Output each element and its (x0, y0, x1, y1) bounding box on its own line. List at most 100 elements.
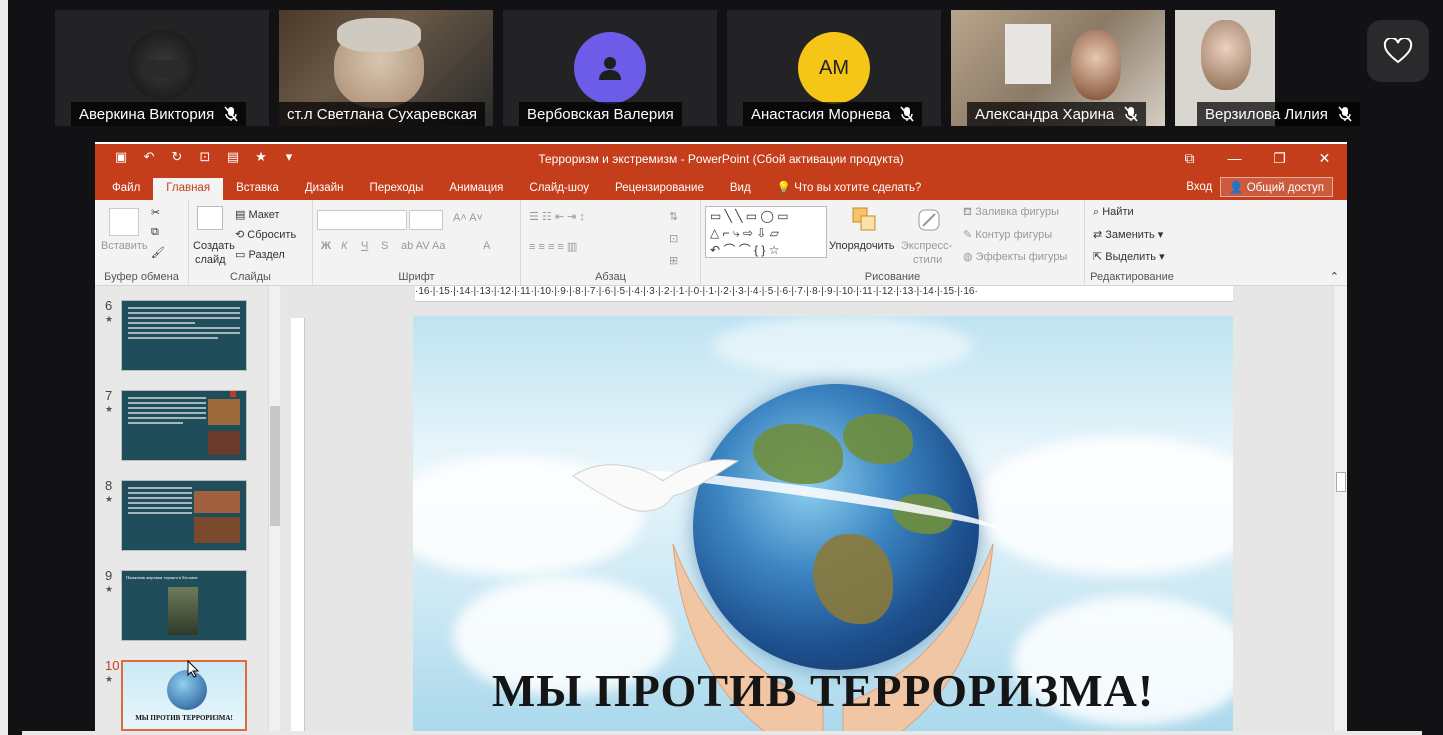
quick-styles-button[interactable]: Экспресс- (901, 240, 952, 252)
participant-name: ст.л Светлана Сухаревская (279, 102, 486, 126)
thumbnail-row[interactable]: 9 ★ Памятник жертвам теракта в Беслане (95, 568, 281, 650)
slide-thumbnail[interactable] (121, 480, 247, 551)
section-button[interactable]: ▭ Раздел (235, 248, 285, 261)
replace-button[interactable]: ⇄ Заменить ▾ (1093, 228, 1163, 241)
left-edge-window (0, 0, 8, 735)
animation-star-icon: ★ (105, 314, 114, 324)
copy-icon[interactable]: ⧉ (151, 226, 159, 239)
paste-button[interactable]: Вставить (101, 240, 148, 252)
tab-home[interactable]: Главная (153, 178, 224, 200)
slide-thumbnail[interactable] (121, 300, 247, 371)
horizontal-ruler: ·16·|·15·|·14·|·13·|·12·|·11·|·10·|·9·|·… (415, 286, 1233, 302)
tab-slideshow[interactable]: Слайд-шоу (516, 178, 602, 200)
cursor-icon: ⇱ (1093, 251, 1103, 263)
bullets-icon[interactable]: ☰ ☷ ⇤ ⇥ ↕ (529, 210, 585, 223)
participant-tile[interactable]: ст.л Светлана Сухаревская (279, 10, 493, 126)
font-color-icon[interactable]: A (483, 240, 490, 252)
strike-button[interactable]: S (381, 240, 388, 252)
cut-icon[interactable]: ✂ (151, 206, 160, 219)
thumbnails-scroll-knob[interactable] (270, 406, 280, 526)
tab-file[interactable]: Файл (99, 178, 153, 200)
close-icon[interactable]: ✕ (1302, 144, 1347, 172)
powerpoint-window: ▣ ↶ ↻ ⊡ ▤ ★ ▾ Терроризм и экстремизм - P… (95, 142, 1347, 735)
shape-effects-button[interactable]: ◍ Эффекты фигуры (963, 250, 1067, 263)
arrange-button[interactable]: Упорядочить (829, 240, 894, 252)
tab-animations[interactable]: Анимация (436, 178, 516, 200)
tab-insert[interactable]: Вставка (223, 178, 292, 200)
bold-button[interactable]: Ж (321, 240, 331, 252)
collapse-ribbon-icon[interactable]: ⌃ (1330, 270, 1339, 283)
current-slide[interactable]: МЫ ПРОТИВ ТЕРРОРИЗМА! (413, 316, 1233, 735)
search-icon: ⌕ (1093, 206, 1100, 218)
slide-thumbnail-current[interactable]: МЫ ПРОТИВ ТЕРРОРИЗМА! (121, 660, 247, 731)
slide-scroll-knob[interactable] (1336, 472, 1346, 492)
favorite-button[interactable] (1367, 20, 1429, 82)
find-button[interactable]: ⌕ Найти (1093, 206, 1134, 219)
ribbon: Вставить ✂ ⧉ 🖌 Буфер обмена Создать слай… (95, 200, 1347, 286)
thumbnail-row[interactable]: 6 ★ (95, 298, 281, 380)
sign-in-link[interactable]: Вход (1186, 181, 1212, 193)
shape-outline-button[interactable]: ✎ Контур фигуры (963, 228, 1052, 241)
avatar: АМ (798, 32, 870, 104)
restore-icon[interactable]: ❐ (1257, 144, 1302, 172)
avatar (1201, 20, 1251, 90)
thumbnail-row[interactable]: 8 ★ (95, 478, 281, 560)
align-text-icon[interactable]: ⊡ (669, 232, 678, 245)
italic-button[interactable]: К (341, 240, 347, 252)
quick-styles-button-line2[interactable]: стили (913, 254, 942, 266)
participant-name: Верзилова Лилия (1197, 102, 1360, 126)
smartart-icon[interactable]: ⊞ (669, 254, 678, 267)
thumbnails-scrollbar[interactable] (268, 286, 280, 735)
slide-title[interactable]: МЫ ПРОТИВ ТЕРРОРИЗМА! (413, 664, 1233, 717)
format-painter-icon[interactable]: 🖌 (151, 246, 165, 259)
shapes-gallery[interactable]: ▭ ╲ ╲ ▭ ◯ ▭ △ ⌐ ⤷ ⇨ ⇩ ▱ ↶ ⌒ ⌒ { } ☆ (705, 206, 827, 258)
paragraph-group: ☰ ☷ ⇤ ⇥ ↕ ≡ ≡ ≡ ≡ ▥ ⇅ ⊡ ⊞ Абзац (521, 200, 701, 286)
text-direction-icon[interactable]: ⇅ (669, 210, 678, 223)
align-icons[interactable]: ≡ ≡ ≡ ≡ ▥ (529, 240, 577, 253)
new-slide-icon[interactable] (197, 206, 223, 230)
ribbon-display-icon[interactable]: ⧉ (1167, 144, 1212, 172)
slide-number: 9 (105, 568, 113, 583)
new-slide-button[interactable]: Создать (193, 240, 235, 252)
thumbnail-row[interactable]: 7 ★ (95, 388, 281, 470)
arrange-icon[interactable] (851, 206, 877, 232)
pen-icon: ✎ (963, 229, 973, 241)
quick-styles-icon[interactable] (915, 206, 943, 234)
font-size-input[interactable] (409, 210, 443, 230)
tab-transitions[interactable]: Переходы (356, 178, 436, 200)
dove-image (572, 459, 740, 512)
tell-me-box[interactable]: 💡 Что вы хотите сделать? (764, 178, 935, 200)
font-effects-icon[interactable]: ab AV Aa (401, 240, 445, 252)
thumbnail-row[interactable]: 10 ★ МЫ ПРОТИВ ТЕРРОРИЗМА! (95, 658, 281, 735)
minimize-icon[interactable]: — (1212, 144, 1257, 172)
slide-thumbnail[interactable]: Памятник жертвам теракта в Беслане (121, 570, 247, 641)
slide-scrollbar[interactable] (1333, 286, 1347, 735)
editing-group: ⌕ Найти ⇄ Заменить ▾ ⇱ Выделить ▾ Редакт… (1085, 200, 1179, 286)
shape-fill-button[interactable]: ⛾ Заливка фигуры (963, 206, 1059, 220)
participant-tile[interactable]: АМ Анастасия Морнева (727, 10, 941, 126)
tab-design[interactable]: Дизайн (292, 178, 357, 200)
reset-button[interactable]: ⟲ Сбросить (235, 228, 296, 241)
tab-review[interactable]: Рецензирование (602, 178, 717, 200)
editing-label: Редактирование (1090, 271, 1174, 283)
mic-muted-icon (900, 106, 915, 122)
participant-name: Александра Харина (967, 102, 1147, 126)
font-name-input[interactable] (317, 210, 407, 230)
participant-tile[interactable]: Вербовская Валерия (503, 10, 717, 126)
share-button[interactable]: 👤 Общий доступ (1220, 177, 1333, 197)
slides-label: Слайды (230, 271, 271, 283)
paste-icon[interactable] (109, 208, 139, 236)
new-slide-button-line2[interactable]: слайд (195, 254, 226, 266)
slide-thumbnail[interactable] (121, 390, 247, 461)
grow-font-icon[interactable]: A˄ A˅ (453, 212, 483, 224)
animation-star-icon: ★ (105, 584, 114, 594)
participant-tile[interactable]: Аверкина Виктория (55, 10, 269, 126)
font-group: A˄ A˅ Ж К Ч S ab AV Aa A Шрифт (313, 200, 521, 286)
layout-button[interactable]: ▤ Макет (235, 208, 280, 221)
participant-tile[interactable]: Александра Харина (951, 10, 1165, 126)
participant-name: Аверкина Виктория (71, 102, 247, 126)
select-button[interactable]: ⇱ Выделить ▾ (1093, 250, 1165, 263)
underline-button[interactable]: Ч (361, 240, 368, 252)
tab-view[interactable]: Вид (717, 178, 764, 200)
slides-group: Создать слайд ▤ Макет ⟲ Сбросить ▭ Разде… (189, 200, 313, 286)
